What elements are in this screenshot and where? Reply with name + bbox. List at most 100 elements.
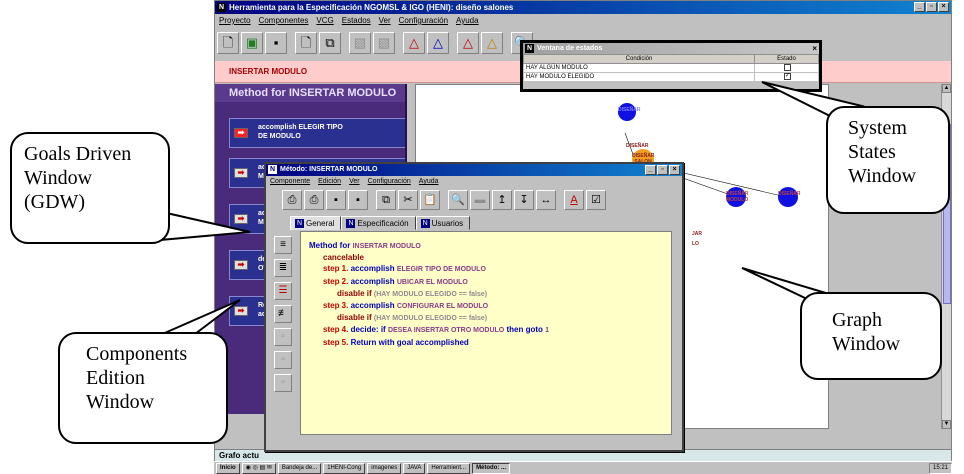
disabled-tool-icon[interactable]: ▧ xyxy=(349,32,371,54)
gdw-title: Method for INSERTAR MODULO xyxy=(215,84,405,102)
expand-icon[interactable]: ↔ xyxy=(536,190,556,210)
quicklaunch-icons[interactable]: ◉ ◎ ▤ ✉ xyxy=(241,462,276,474)
tab-especificacion[interactable]: N Especificación xyxy=(341,216,416,230)
copy-icon[interactable]: ⧉ xyxy=(376,190,396,210)
states-title-bar[interactable]: N Ventana de estados × xyxy=(523,43,819,54)
scroll-down-icon[interactable]: ▼ xyxy=(942,420,951,429)
menu-ver[interactable]: Ver xyxy=(349,176,360,187)
disabled-tool-icon[interactable]: ▬ xyxy=(470,190,490,210)
check-icon[interactable]: ☑ xyxy=(586,190,606,210)
tab-usuarios[interactable]: N Usuarios xyxy=(415,216,471,230)
delete-step-icon[interactable]: ≣ xyxy=(274,259,292,277)
triangle-red-icon[interactable]: △ xyxy=(403,32,425,54)
menu-componentes[interactable]: Componentes xyxy=(259,15,309,27)
arrow-right-icon: ➡ xyxy=(234,260,248,270)
states-title: Ventana de estados xyxy=(537,45,603,52)
menu-componente[interactable]: Componente xyxy=(270,176,310,187)
triangle-blue-icon[interactable]: △ xyxy=(427,32,449,54)
save-as-icon[interactable]: ▪ xyxy=(348,190,368,210)
disabled-tool-icon[interactable]: ▫ xyxy=(274,374,292,392)
main-toolbar: 🗋 ▣ ▪ 🗋 ⧉ ▧ ▧ △ △ △ △ 🔍 xyxy=(217,30,533,56)
tab-icon: N xyxy=(420,219,430,229)
callout-system-states: System States Window xyxy=(826,106,950,214)
scroll-up-icon[interactable]: ▲ xyxy=(942,84,951,93)
edit-step-icon[interactable]: ≢ xyxy=(274,305,292,323)
menu-ayuda[interactable]: Ayuda xyxy=(456,15,479,27)
close-button[interactable]: × xyxy=(669,165,680,175)
column-header-condicion: Condición xyxy=(522,54,756,64)
tab-general[interactable]: N General xyxy=(290,216,342,230)
menu-vcg[interactable]: VCG xyxy=(316,15,333,27)
arrow-right-icon: ➡ xyxy=(234,128,248,138)
close-icon[interactable]: × xyxy=(812,43,817,54)
menu-configuracion[interactable]: Configuración xyxy=(368,176,411,187)
open-file-icon[interactable]: ▣ xyxy=(241,32,263,54)
taskbar-item-metodo[interactable]: Método: ... xyxy=(472,462,511,474)
state-checkbox-checked[interactable]: ✓ xyxy=(784,73,792,81)
menu-edicion[interactable]: Edición xyxy=(318,176,341,187)
menu-configuracion[interactable]: Configuración xyxy=(399,15,448,27)
menu-ayuda[interactable]: Ayuda xyxy=(419,176,439,187)
graph-label: DISEÑAR xyxy=(626,143,649,149)
triangle-edit-icon[interactable]: △ xyxy=(481,32,503,54)
disabled-tool-icon[interactable]: ▫ xyxy=(274,328,292,346)
arrow-right-icon: ➡ xyxy=(234,214,248,224)
menu-proyecto[interactable]: Proyecto xyxy=(219,15,251,27)
method-code-editor[interactable]: Method for INSERTAR MODULO cancelable st… xyxy=(300,231,672,435)
disabled-tool-icon[interactable]: ▫ xyxy=(274,351,292,369)
taskbar-item-heni-cong[interactable]: 1HENI-Cong xyxy=(323,462,366,474)
graph-node[interactable]: DISEÑAR xyxy=(778,187,801,207)
graph-node[interactable]: DISEÑAR xyxy=(618,103,641,121)
disabled-tool-icon[interactable]: ▧ xyxy=(373,32,395,54)
taskbar-item-imagenes[interactable]: imagenes xyxy=(367,462,402,474)
taskbar-item-herramienta[interactable]: Herramient... xyxy=(427,462,471,474)
maximize-button[interactable]: ▫ xyxy=(926,2,937,12)
app-title: Herramienta para la Especificación NGOMS… xyxy=(229,3,514,12)
method-title-bar[interactable]: N Método: INSERTAR MODULO _ ▫ × xyxy=(266,164,682,176)
method-menu-bar: Componente Edición Ver Configuración Ayu… xyxy=(266,176,682,187)
graph-label: LO xyxy=(692,241,699,247)
taskbar: Inicio ◉ ◎ ▤ ✉ Bandeja de... 1HENI-Cong … xyxy=(214,461,952,474)
column-header-estado: Estado xyxy=(754,54,819,64)
save-icon[interactable]: ▪ xyxy=(326,190,346,210)
graph-node[interactable]: DISEÑAR MODULO xyxy=(726,187,749,207)
move-down-icon[interactable]: ↧ xyxy=(514,190,534,210)
cut-icon[interactable]: ✂ xyxy=(398,190,418,210)
save-icon[interactable]: ▪ xyxy=(265,32,287,54)
font-color-icon[interactable]: A xyxy=(564,190,584,210)
new-component-icon[interactable]: 🗋 xyxy=(295,32,317,54)
new-file-icon[interactable]: 🗋 xyxy=(217,32,239,54)
app-menu-bar: Proyecto Componentes VCG Estados Ver Con… xyxy=(215,15,951,27)
print-preview-icon[interactable]: ⎙ xyxy=(304,190,324,210)
menu-estados[interactable]: Estados xyxy=(342,15,371,27)
condition-cell: HAY ALGÚN MODULO xyxy=(522,63,756,73)
graph-label: JAR xyxy=(692,231,703,237)
tab-icon: N xyxy=(295,219,304,229)
side-toolbar: ≡ ≣ ☰ ≢ ▫ ▫ ▫ xyxy=(274,236,296,392)
minimize-button[interactable]: _ xyxy=(914,2,925,12)
close-button[interactable]: × xyxy=(938,2,949,12)
print-icon[interactable]: ⎙ xyxy=(282,190,302,210)
list-icon[interactable]: ☰ xyxy=(274,282,292,300)
state-checkbox[interactable] xyxy=(784,64,792,72)
system-tray-clock: 15:21 xyxy=(928,462,952,474)
maximize-button[interactable]: ▫ xyxy=(657,165,668,175)
menu-ver[interactable]: Ver xyxy=(379,15,391,27)
gdw-step-1[interactable]: ➡ accomplish ELEGIR TIPO DE MODULO xyxy=(229,118,405,148)
method-window-title: Método: INSERTAR MODULO xyxy=(280,166,378,173)
taskbar-item-bandeja[interactable]: Bandeja de... xyxy=(277,462,322,474)
insert-step-icon[interactable]: ≡ xyxy=(274,236,292,254)
triangle-edit-icon[interactable]: △ xyxy=(457,32,479,54)
taskbar-item-java[interactable]: JAVA xyxy=(403,462,426,474)
app-icon: N xyxy=(268,165,277,174)
move-up-icon[interactable]: ↥ xyxy=(492,190,512,210)
start-button[interactable]: Inicio xyxy=(216,462,240,474)
paste-icon[interactable]: 📋 xyxy=(420,190,440,210)
app-title-bar[interactable]: N Herramienta para la Especificación NGO… xyxy=(215,1,951,14)
minimize-button[interactable]: _ xyxy=(645,165,656,175)
tab-icon: N xyxy=(346,219,356,229)
method-toolbar: ⎙ ⎙ ▪ ▪ ⧉ ✂ 📋 🔍 ▬ ↥ ↧ ↔ A ☑ xyxy=(282,190,606,210)
app-icon: N xyxy=(217,3,226,12)
search-icon[interactable]: 🔍 xyxy=(448,190,468,210)
copy-icon[interactable]: ⧉ xyxy=(319,32,341,54)
